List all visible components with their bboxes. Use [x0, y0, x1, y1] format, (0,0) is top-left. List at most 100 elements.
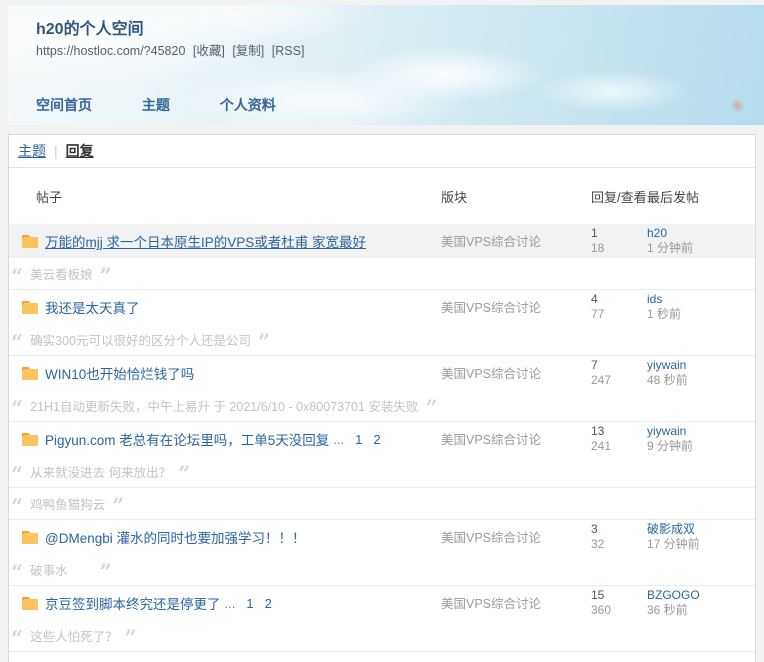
quote-text: 这些人怕死了？ — [30, 630, 118, 644]
profile-url: https://hostloc.com/?45820 — [36, 44, 186, 58]
folder-icon — [22, 366, 38, 380]
thread-title-link[interactable]: @DMengbi 灌水的同时也要加强学习！！！ — [45, 527, 305, 547]
last-post-cell: yiywain 9 分钟前 — [647, 424, 755, 454]
title-ellipsis: ... — [224, 595, 236, 611]
reply-count: 15 — [591, 588, 605, 602]
replies-views-cell: 4 77 — [591, 292, 647, 322]
nav-profile[interactable]: 个人资料 — [220, 97, 276, 113]
thread-list: 万能的mjj 求一个日本原生IP的VPS或者杜甫 家宽最好 美国VPS综合讨论 1 1… — [9, 224, 755, 662]
thread-page-link[interactable]: 1 — [246, 596, 253, 611]
open-quote-mark: “ — [11, 560, 24, 585]
forum-link[interactable]: 美国VPS综合讨论 — [441, 597, 541, 611]
thread-page-link[interactable]: 1 — [355, 432, 362, 447]
replies-views-cell: 7 247 — [591, 358, 647, 388]
last-poster-link[interactable]: ids — [647, 292, 755, 307]
view-count: 77 — [591, 307, 605, 321]
profile-url-line: https://hostloc.com/?45820 [收藏] [复制] [RS… — [36, 40, 304, 59]
replies-views-cell: 15 360 — [591, 588, 647, 618]
thread-post-cell: @DMengbi 灌水的同时也要加强学习！！！ — [9, 527, 441, 547]
nav-space-home[interactable]: 空间首页 — [36, 97, 92, 113]
thread-title-link[interactable]: 万能的mjj 求一个日本原生IP的VPS或者杜甫 家宽最好 — [45, 231, 366, 251]
title-ellipsis: ... — [333, 431, 345, 447]
thread-row: 5muhazha — [9, 652, 755, 662]
open-quote-mark: “ — [11, 330, 24, 355]
reply-quote-row: “ 美云看板娘 ” — [9, 258, 755, 290]
last-post-time: 9 分钟前 — [647, 439, 694, 453]
forum-cell: 美国VPS综合讨论 — [441, 429, 591, 449]
forum-link[interactable]: 美国VPS综合讨论 — [441, 433, 541, 447]
thread-title-link[interactable]: 京豆签到脚本终究还是停更了 — [45, 593, 221, 613]
replies-views-cell: 13 241 — [591, 424, 647, 454]
thread-title-link[interactable]: WIN10也开始恰烂钱了吗 — [45, 363, 194, 383]
folder-icon — [22, 530, 38, 544]
close-quote-mark: ” — [178, 461, 191, 486]
profile-header: h20的个人空间 https://hostloc.com/?45820 [收藏]… — [8, 5, 764, 125]
close-quote-mark: ” — [257, 329, 271, 354]
last-post-time: 17 分钟前 — [647, 537, 700, 551]
forum-cell: 美国VPS综合讨论 — [441, 363, 591, 383]
last-poster-link[interactable]: yiywain — [647, 358, 755, 373]
close-quote-mark: ” — [99, 263, 112, 288]
forum-link[interactable]: 美国VPS综合讨论 — [441, 367, 541, 381]
last-post-time: 36 秒前 — [647, 603, 688, 617]
forum-cell: 美国VPS综合讨论 — [441, 297, 591, 317]
last-poster-link[interactable]: yiywain — [647, 424, 755, 439]
nav-threads[interactable]: 主题 — [142, 97, 170, 113]
close-quote-mark: ” — [99, 559, 112, 584]
tab-replies[interactable]: 回复 — [66, 141, 94, 161]
view-count: 360 — [591, 603, 612, 617]
reply-quote-row: “ 破事水 ” — [9, 554, 755, 586]
thread-title-link[interactable]: 我还是太天真了 — [45, 297, 140, 317]
open-quote-mark: “ — [11, 462, 24, 487]
last-post-cell: h20 1 分钟前 — [647, 226, 755, 256]
thread-post-cell: Pigyun.com 老总有在论坛里吗，工单5天没回复 ... 1 2 — [9, 429, 441, 449]
close-quote-mark: ” — [124, 625, 137, 650]
replies-views-cell: 1 18 — [591, 226, 647, 256]
folder-icon — [22, 300, 38, 314]
reply-count: 1 — [591, 226, 598, 240]
forum-link[interactable]: 美国VPS综合讨论 — [441, 301, 541, 315]
forum-link[interactable]: 美国VPS综合讨论 — [441, 531, 541, 545]
reply-count: 4 — [591, 292, 598, 306]
last-poster-link[interactable]: 破影成双 — [647, 522, 755, 537]
folder-icon — [22, 432, 38, 446]
tab-bar: 主题 | 回复 — [9, 135, 755, 168]
rss-link[interactable]: [RSS] — [272, 44, 305, 58]
view-count: 32 — [591, 537, 605, 551]
thread-post-cell: 我还是太天真了 — [9, 297, 441, 317]
view-count: 247 — [591, 373, 612, 387]
thread-post-cell: WIN10也开始恰烂钱了吗 — [9, 363, 441, 383]
last-post-cell: BZGOGO 36 秒前 — [647, 588, 755, 618]
page: h20的个人空间 https://hostloc.com/?45820 [收藏]… — [0, 0, 764, 662]
thread-post-cell: 万能的mjj 求一个日本原生IP的VPS或者杜甫 家宽最好 — [9, 231, 441, 251]
close-quote-mark: ” — [425, 395, 438, 420]
close-quote-mark: ” — [112, 493, 125, 518]
reply-quote-row: “ 这些人怕死了？ ” — [9, 620, 755, 652]
last-poster-link[interactable]: h20 — [647, 226, 755, 241]
reply-quote-row: “ 从来就没进去 何来放出？ ” — [9, 456, 755, 488]
last-post-cell: 破影成双 17 分钟前 — [647, 522, 755, 552]
quote-text: 确实300元可以很好的区分个人还是公司 — [30, 334, 251, 348]
open-quote-mark: “ — [11, 264, 24, 289]
tab-threads[interactable]: 主题 — [18, 141, 46, 161]
last-poster-link[interactable]: BZGOGO — [647, 588, 755, 603]
thread-row: Pigyun.com 老总有在论坛里吗，工单5天没回复 ... 1 2 美国VPS综合… — [9, 422, 755, 456]
thread-title-link[interactable]: Pigyun.com 老总有在论坛里吗，工单5天没回复 — [45, 429, 329, 449]
quote-text: 21H1自动更新失败，中午上易升 于 2021/6/10 - 0x8007370… — [30, 400, 419, 414]
favorite-link[interactable]: [收藏] — [193, 44, 225, 58]
reply-quote-row: “ 鸡鸭鱼猫狗云 ” — [9, 488, 755, 520]
column-header-replies-views: 回复/查看 — [591, 189, 647, 205]
content-panel: 主题 | 回复 帖子 版块 回复/查看 最后发帖 万能的mjj 求一个日本原生I… — [8, 134, 756, 662]
thread-page-link[interactable]: 2 — [373, 432, 380, 447]
last-post-time: 1 分钟前 — [647, 241, 694, 255]
forum-link[interactable]: 美国VPS综合讨论 — [441, 235, 541, 249]
last-post-time: 1 秒前 — [647, 307, 682, 321]
open-quote-mark: “ — [11, 396, 24, 421]
thread-page-link[interactable]: 2 — [265, 596, 272, 611]
column-header-last-post: 最后发帖 — [647, 189, 700, 205]
reply-count: 7 — [591, 358, 598, 372]
thread-row: @DMengbi 灌水的同时也要加强学习！！！ 美国VPS综合讨论 3 32 破影成双 1… — [9, 520, 755, 554]
copy-link[interactable]: [复制] — [232, 44, 264, 58]
replies-views-cell: 3 32 — [591, 522, 647, 552]
quote-text: 鸡鸭鱼猫狗云 — [30, 498, 106, 512]
